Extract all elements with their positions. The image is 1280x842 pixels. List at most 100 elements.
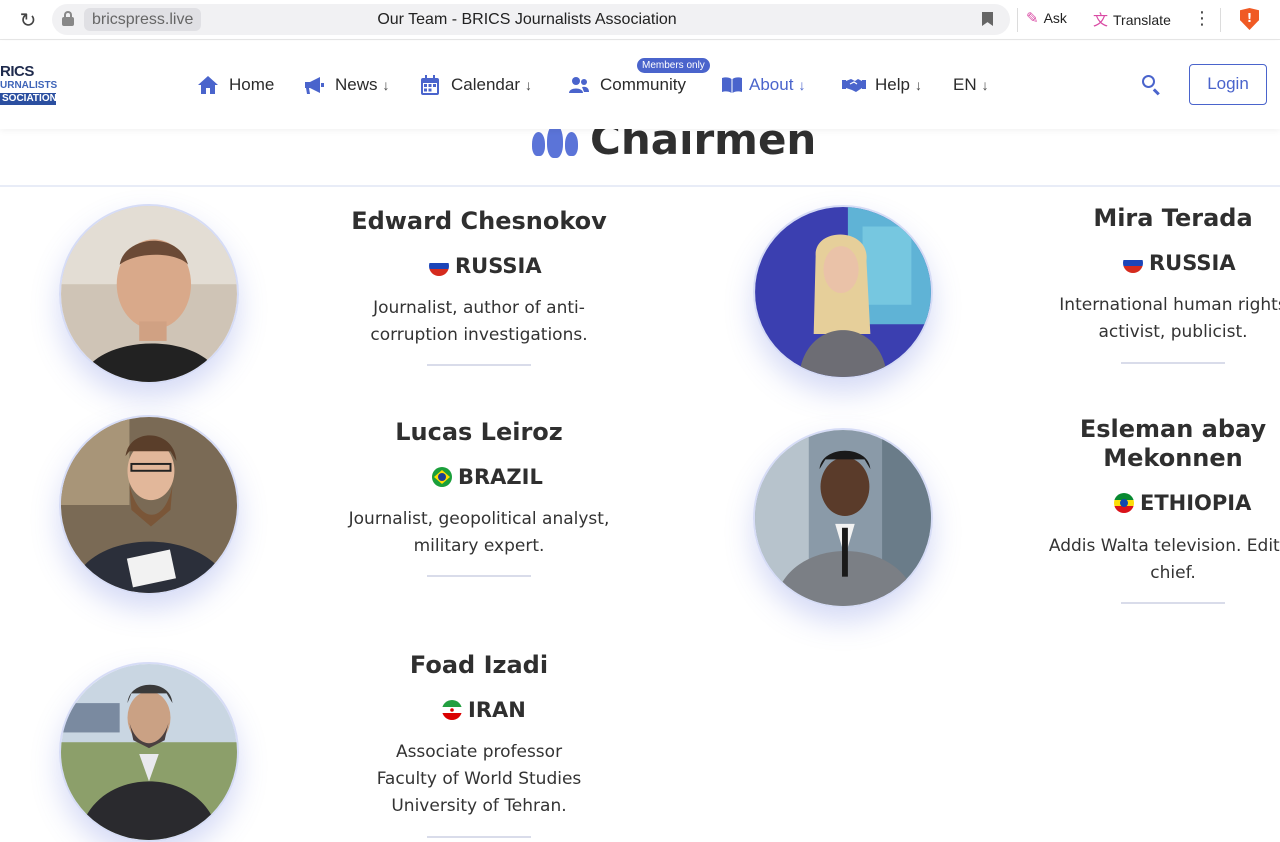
logo-text-brics: RICS	[0, 63, 34, 80]
browser-toolbar: ↻ bricspress.live Our Team - BRICS Journ…	[0, 0, 1280, 40]
logo-text-journalists: URNALISTS	[0, 80, 58, 91]
nav-news[interactable]: News ↓	[303, 71, 390, 99]
member-description: International human rights activist, pub…	[1033, 292, 1280, 346]
member-country-label: ETHIOPIA	[1140, 491, 1252, 515]
description-line: chief.	[1150, 563, 1196, 583]
site-header: RICS URNALISTS SOCIATION Home News ↓ Cale…	[0, 41, 1280, 129]
member-name-line: Esleman abay	[1079, 415, 1267, 443]
russia-flag-icon	[429, 256, 449, 276]
avatar	[753, 205, 933, 379]
iran-flag-icon	[442, 700, 462, 720]
member-country: BRAZIL	[432, 464, 543, 490]
nav-about-label: About	[749, 75, 794, 94]
description-line: Journalist, geopolitical analyst,	[348, 509, 610, 529]
chevron-down-icon: ↓	[914, 77, 922, 93]
translate-label: Translate	[1113, 12, 1171, 28]
member-description: Associate professor Faculty of World Stu…	[339, 739, 619, 820]
description-line: activist, publicist.	[1098, 322, 1248, 342]
section-divider	[0, 185, 1280, 187]
logo-text-association: SOCIATION	[0, 93, 57, 105]
member-name: Mira Terada	[1093, 204, 1253, 232]
chevron-down-icon: ↓	[525, 77, 532, 93]
member-description: Journalist, author of anti- corruption i…	[339, 295, 619, 349]
chevron-down-icon: ↓	[798, 77, 806, 93]
russia-flag-icon	[1123, 253, 1143, 273]
description-line: Associate professor	[395, 742, 563, 762]
member-divider	[427, 364, 531, 366]
member-country-label: RUSSIA	[1149, 251, 1236, 275]
member-name-line: Mekonnen	[1103, 444, 1243, 472]
member-divider	[1121, 362, 1225, 364]
chevron-down-icon: ↓	[382, 77, 390, 93]
book-icon	[721, 74, 743, 96]
ask-button[interactable]: ✎ Ask	[1026, 9, 1067, 27]
avatar	[59, 415, 239, 595]
member-country-label: RUSSIA	[455, 254, 542, 278]
description-line: corruption investigations.	[370, 325, 588, 345]
group-icon	[530, 124, 580, 158]
description-line: Faculty of World Studies	[376, 769, 582, 789]
page-title: Our Team - BRICS Journalists Association	[377, 11, 677, 28]
avatar	[753, 428, 933, 608]
address-bar[interactable]: bricspress.live Our Team - BRICS Journal…	[52, 4, 1010, 35]
member-name: Esleman abay Mekonnen	[1033, 415, 1280, 473]
language-selector[interactable]: EN ↓	[953, 71, 989, 99]
toolbar-divider	[1220, 8, 1221, 32]
translate-icon: 文	[1093, 12, 1109, 29]
brazil-flag-icon	[432, 467, 452, 487]
menu-kebab-icon[interactable]: ⋮	[1193, 8, 1211, 29]
nav-home[interactable]: Home	[197, 71, 274, 99]
avatar	[59, 204, 239, 384]
member-name: Lucas Leiroz	[395, 418, 563, 446]
member-country-label: BRAZIL	[458, 465, 543, 489]
home-icon	[197, 74, 219, 96]
nav-help-label: Help	[875, 75, 910, 94]
nav-about[interactable]: About ↓	[721, 71, 805, 99]
member-country: ETHIOPIA	[1114, 490, 1251, 516]
nav-community-label: Community	[600, 75, 686, 94]
member-name: Edward Chesnokov	[351, 207, 607, 235]
reload-icon[interactable]: ↻	[17, 9, 39, 31]
nav-news-label: News	[335, 75, 378, 94]
lock-icon[interactable]	[62, 11, 74, 27]
url-domain[interactable]: bricspress.live	[84, 8, 202, 31]
language-label: EN	[953, 75, 977, 94]
member-country: IRAN	[442, 697, 526, 723]
megaphone-icon	[303, 74, 325, 96]
description-line: military expert.	[413, 536, 545, 556]
description-line: Addis Walta television. Editor	[1048, 536, 1280, 556]
chevron-down-icon: ↓	[981, 77, 989, 93]
member-divider	[427, 575, 531, 577]
member-divider	[1121, 602, 1225, 604]
members-only-badge: Members only	[637, 58, 710, 73]
member-divider	[427, 836, 531, 838]
member-country: RUSSIA	[1123, 250, 1236, 276]
site-logo[interactable]: RICS URNALISTS SOCIATION	[0, 63, 60, 107]
ask-label: Ask	[1043, 10, 1067, 26]
description-line: University of Tehran.	[391, 796, 567, 816]
nav-help[interactable]: Help ↓	[842, 71, 922, 99]
calendar-icon	[419, 74, 441, 96]
description-line: Journalist, author of anti-	[373, 298, 585, 318]
member-country-label: IRAN	[468, 698, 526, 722]
toolbar-divider	[1017, 8, 1018, 32]
bookmark-icon[interactable]	[982, 12, 993, 26]
handshake-icon	[842, 74, 866, 96]
nav-calendar[interactable]: Calendar ↓	[419, 71, 532, 99]
users-icon	[568, 74, 590, 96]
member-description: Addis Walta television. Editor chief.	[1023, 533, 1280, 587]
ask-icon: ✎	[1026, 10, 1039, 27]
description-line: International human rights	[1059, 295, 1280, 315]
nav-home-label: Home	[229, 75, 275, 94]
nav-calendar-label: Calendar	[451, 75, 520, 94]
member-name: Foad Izadi	[409, 651, 549, 679]
ethiopia-flag-icon	[1114, 493, 1134, 513]
avatar	[59, 662, 239, 842]
member-country: RUSSIA	[429, 253, 542, 279]
translate-button[interactable]: 文 Translate	[1093, 9, 1171, 30]
search-icon[interactable]	[1140, 73, 1162, 96]
member-description: Journalist, geopolitical analyst, milita…	[329, 506, 629, 560]
login-button[interactable]: Login	[1189, 64, 1267, 105]
brave-shield-icon[interactable]: !	[1240, 8, 1259, 30]
nav-community[interactable]: Community	[568, 71, 686, 99]
